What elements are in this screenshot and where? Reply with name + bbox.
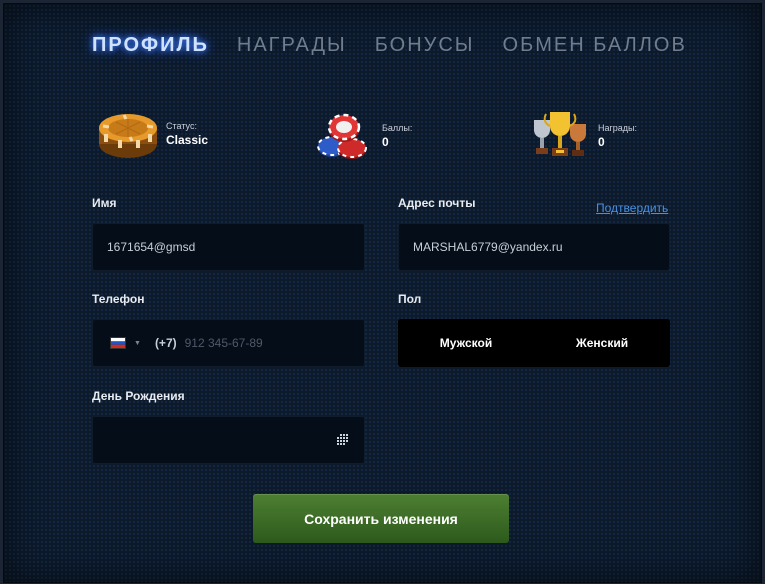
status-value: Classic bbox=[166, 132, 209, 147]
points-label: Баллы: bbox=[382, 122, 413, 133]
email-label: Адрес почты bbox=[398, 196, 476, 210]
points-stat: Баллы: 0 bbox=[314, 108, 412, 164]
phone-input[interactable]: ▼ (+7) 912 345-67-89 bbox=[92, 319, 365, 367]
gender-female-option[interactable]: Женский bbox=[534, 319, 670, 367]
tab-rewards[interactable]: НАГРАДЫ bbox=[237, 34, 347, 58]
email-value: MARSHAL6779@yandex.ru bbox=[413, 240, 563, 254]
russia-flag-icon[interactable] bbox=[110, 337, 126, 349]
tab-profile[interactable]: ПРОФИЛЬ bbox=[92, 34, 209, 58]
poker-chip-icon bbox=[99, 114, 157, 158]
confirm-email-link[interactable]: Подтвердить bbox=[596, 201, 668, 215]
name-input[interactable]: 1671654@gmsd bbox=[92, 223, 365, 271]
tab-bonuses[interactable]: БОНУСЫ bbox=[375, 34, 475, 58]
phone-placeholder: 912 345-67-89 bbox=[184, 336, 263, 350]
rewards-value: 0 bbox=[598, 134, 605, 149]
save-button[interactable]: Сохранить изменения bbox=[253, 494, 509, 543]
phone-country-code: (+7) bbox=[154, 336, 177, 350]
calendar-icon[interactable] bbox=[336, 434, 350, 446]
name-label: Имя bbox=[92, 196, 117, 210]
tab-bar: ПРОФИЛЬ НАГРАДЫ БОНУСЫ ОБМЕН БАЛЛОВ bbox=[92, 34, 715, 58]
profile-panel: ПРОФИЛЬ НАГРАДЫ БОНУСЫ ОБМЕН БАЛЛОВ Стат… bbox=[3, 3, 762, 583]
trophy-icon bbox=[534, 112, 586, 156]
gender-male-option[interactable]: Мужской bbox=[398, 319, 534, 367]
gender-selector: Мужской Женский bbox=[398, 319, 670, 367]
tab-points-exchange[interactable]: ОБМЕН БАЛЛОВ bbox=[503, 34, 687, 58]
email-input[interactable]: MARSHAL6779@yandex.ru bbox=[398, 223, 670, 271]
birthday-label: День Рождения bbox=[92, 389, 185, 403]
status-stat: Статус: Classic bbox=[96, 104, 208, 164]
phone-label: Телефон bbox=[92, 292, 145, 306]
rewards-label: Награды: bbox=[598, 122, 638, 133]
rewards-stat: Награды: 0 bbox=[528, 108, 637, 164]
birthday-input[interactable] bbox=[92, 416, 365, 464]
chevron-down-icon[interactable]: ▼ bbox=[134, 340, 141, 347]
status-label: Статус: bbox=[166, 120, 197, 131]
gender-label: Пол bbox=[398, 292, 422, 306]
points-value: 0 bbox=[382, 134, 389, 149]
chip-stack-icon bbox=[317, 113, 367, 159]
name-value: 1671654@gmsd bbox=[107, 240, 196, 254]
